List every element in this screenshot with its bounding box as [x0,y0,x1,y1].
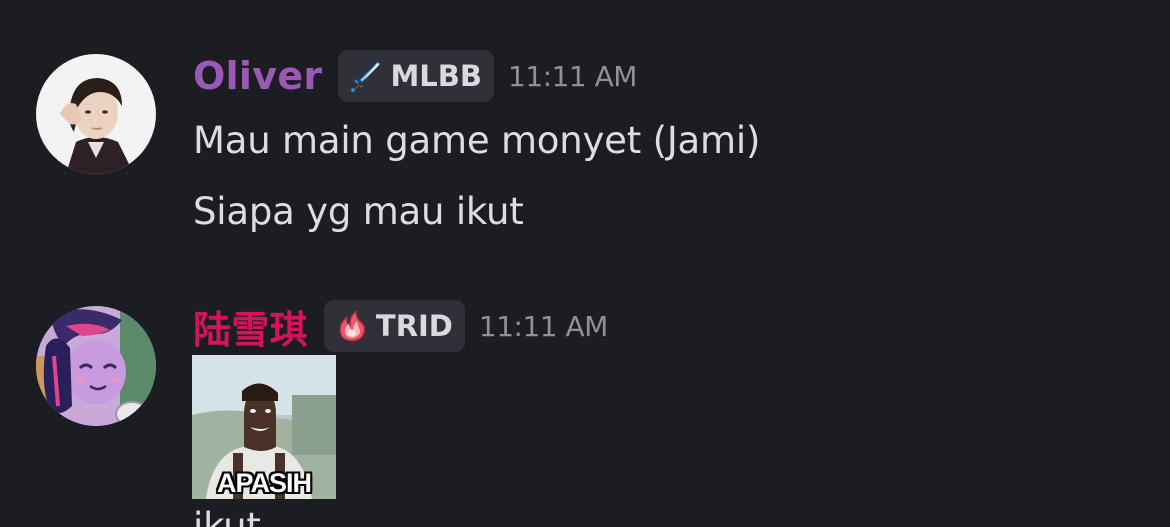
meme-sticker[interactable]: APASIH [192,355,336,499]
message-header: Oliver MLBB 11:11 AM [193,50,637,102]
fire-icon [339,309,366,342]
tag-label: TRID [375,309,453,343]
avatar[interactable] [36,54,156,174]
chat-messages: Oliver MLBB 11:11 AM Mau main game monye… [0,0,1170,527]
message-header: 陆雪琪 TRID 11:11 AM [193,300,608,352]
tag-label: MLBB [390,59,482,93]
username[interactable]: Oliver [193,54,322,98]
server-tag[interactable]: TRID [323,300,465,352]
username[interactable]: 陆雪琪 [193,299,308,354]
timestamp: 11:11 AM [508,59,637,93]
message-text: ikut [193,505,261,527]
message-text: Siapa yg mau ikut [193,190,524,233]
server-tag[interactable]: MLBB [338,50,494,102]
avatar[interactable] [36,306,156,426]
sticker-caption: APASIH [216,468,312,498]
timestamp: 11:11 AM [478,309,608,343]
message-text: Mau main game monyet (Jami) [193,119,761,162]
sword-icon [350,61,382,93]
